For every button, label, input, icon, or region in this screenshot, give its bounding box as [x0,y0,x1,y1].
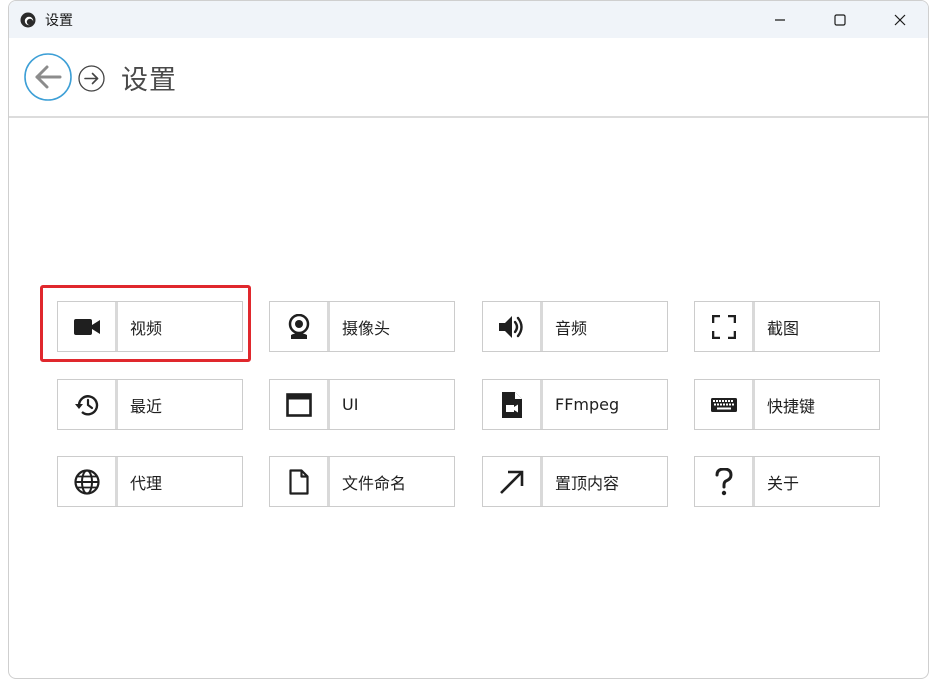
tile-recent[interactable]: 最近 [57,379,243,430]
history-icon [74,394,98,415]
tile-pinned-content[interactable]: 置顶内容 [482,456,668,507]
video-camera-icon [73,318,100,335]
arrow-up-right-icon [499,470,523,494]
settings-window: 设置 设置 视频 摄像头 音频 截图 最近 UI FFmpeg 快捷键 代理 文… [8,0,929,679]
tile-label: 文件命名 [342,473,407,493]
tile-label: UI [342,395,359,414]
tile-webcam[interactable]: 摄像头 [269,301,455,352]
tile-ui[interactable]: UI [269,379,455,430]
file-icon [288,468,309,495]
screenshot-icon [711,314,736,339]
tile-label: 快捷键 [767,396,816,416]
speaker-icon [498,315,523,338]
video-file-icon [501,391,522,418]
keyboard-icon [710,397,737,412]
tile-label: 视频 [130,318,163,338]
tile-label: 置顶内容 [555,473,620,493]
webcam-icon [288,313,309,339]
tile-label: 关于 [767,473,800,493]
settings-grid: 视频 摄像头 音频 截图 最近 UI FFmpeg 快捷键 代理 文件命名 置顶… [9,1,928,678]
tile-audio[interactable]: 音频 [482,301,668,352]
tile-shortcuts[interactable]: 快捷键 [694,379,880,430]
question-icon [715,467,733,495]
tile-file-naming[interactable]: 文件命名 [269,456,455,507]
tile-proxy[interactable]: 代理 [57,456,243,507]
window-icon [285,392,312,417]
globe-icon [73,468,100,495]
tile-label: 音频 [555,318,588,338]
tile-label: 截图 [767,318,800,338]
tile-ffmpeg[interactable]: FFmpeg [482,379,668,430]
tile-label: FFmpeg [555,395,620,414]
tile-label: 代理 [130,473,163,493]
tile-label: 最近 [130,396,163,416]
tile-video[interactable]: 视频 [57,301,243,352]
tile-label: 摄像头 [342,318,391,338]
tile-about[interactable]: 关于 [694,456,880,507]
tile-screenshot[interactable]: 截图 [694,301,880,352]
